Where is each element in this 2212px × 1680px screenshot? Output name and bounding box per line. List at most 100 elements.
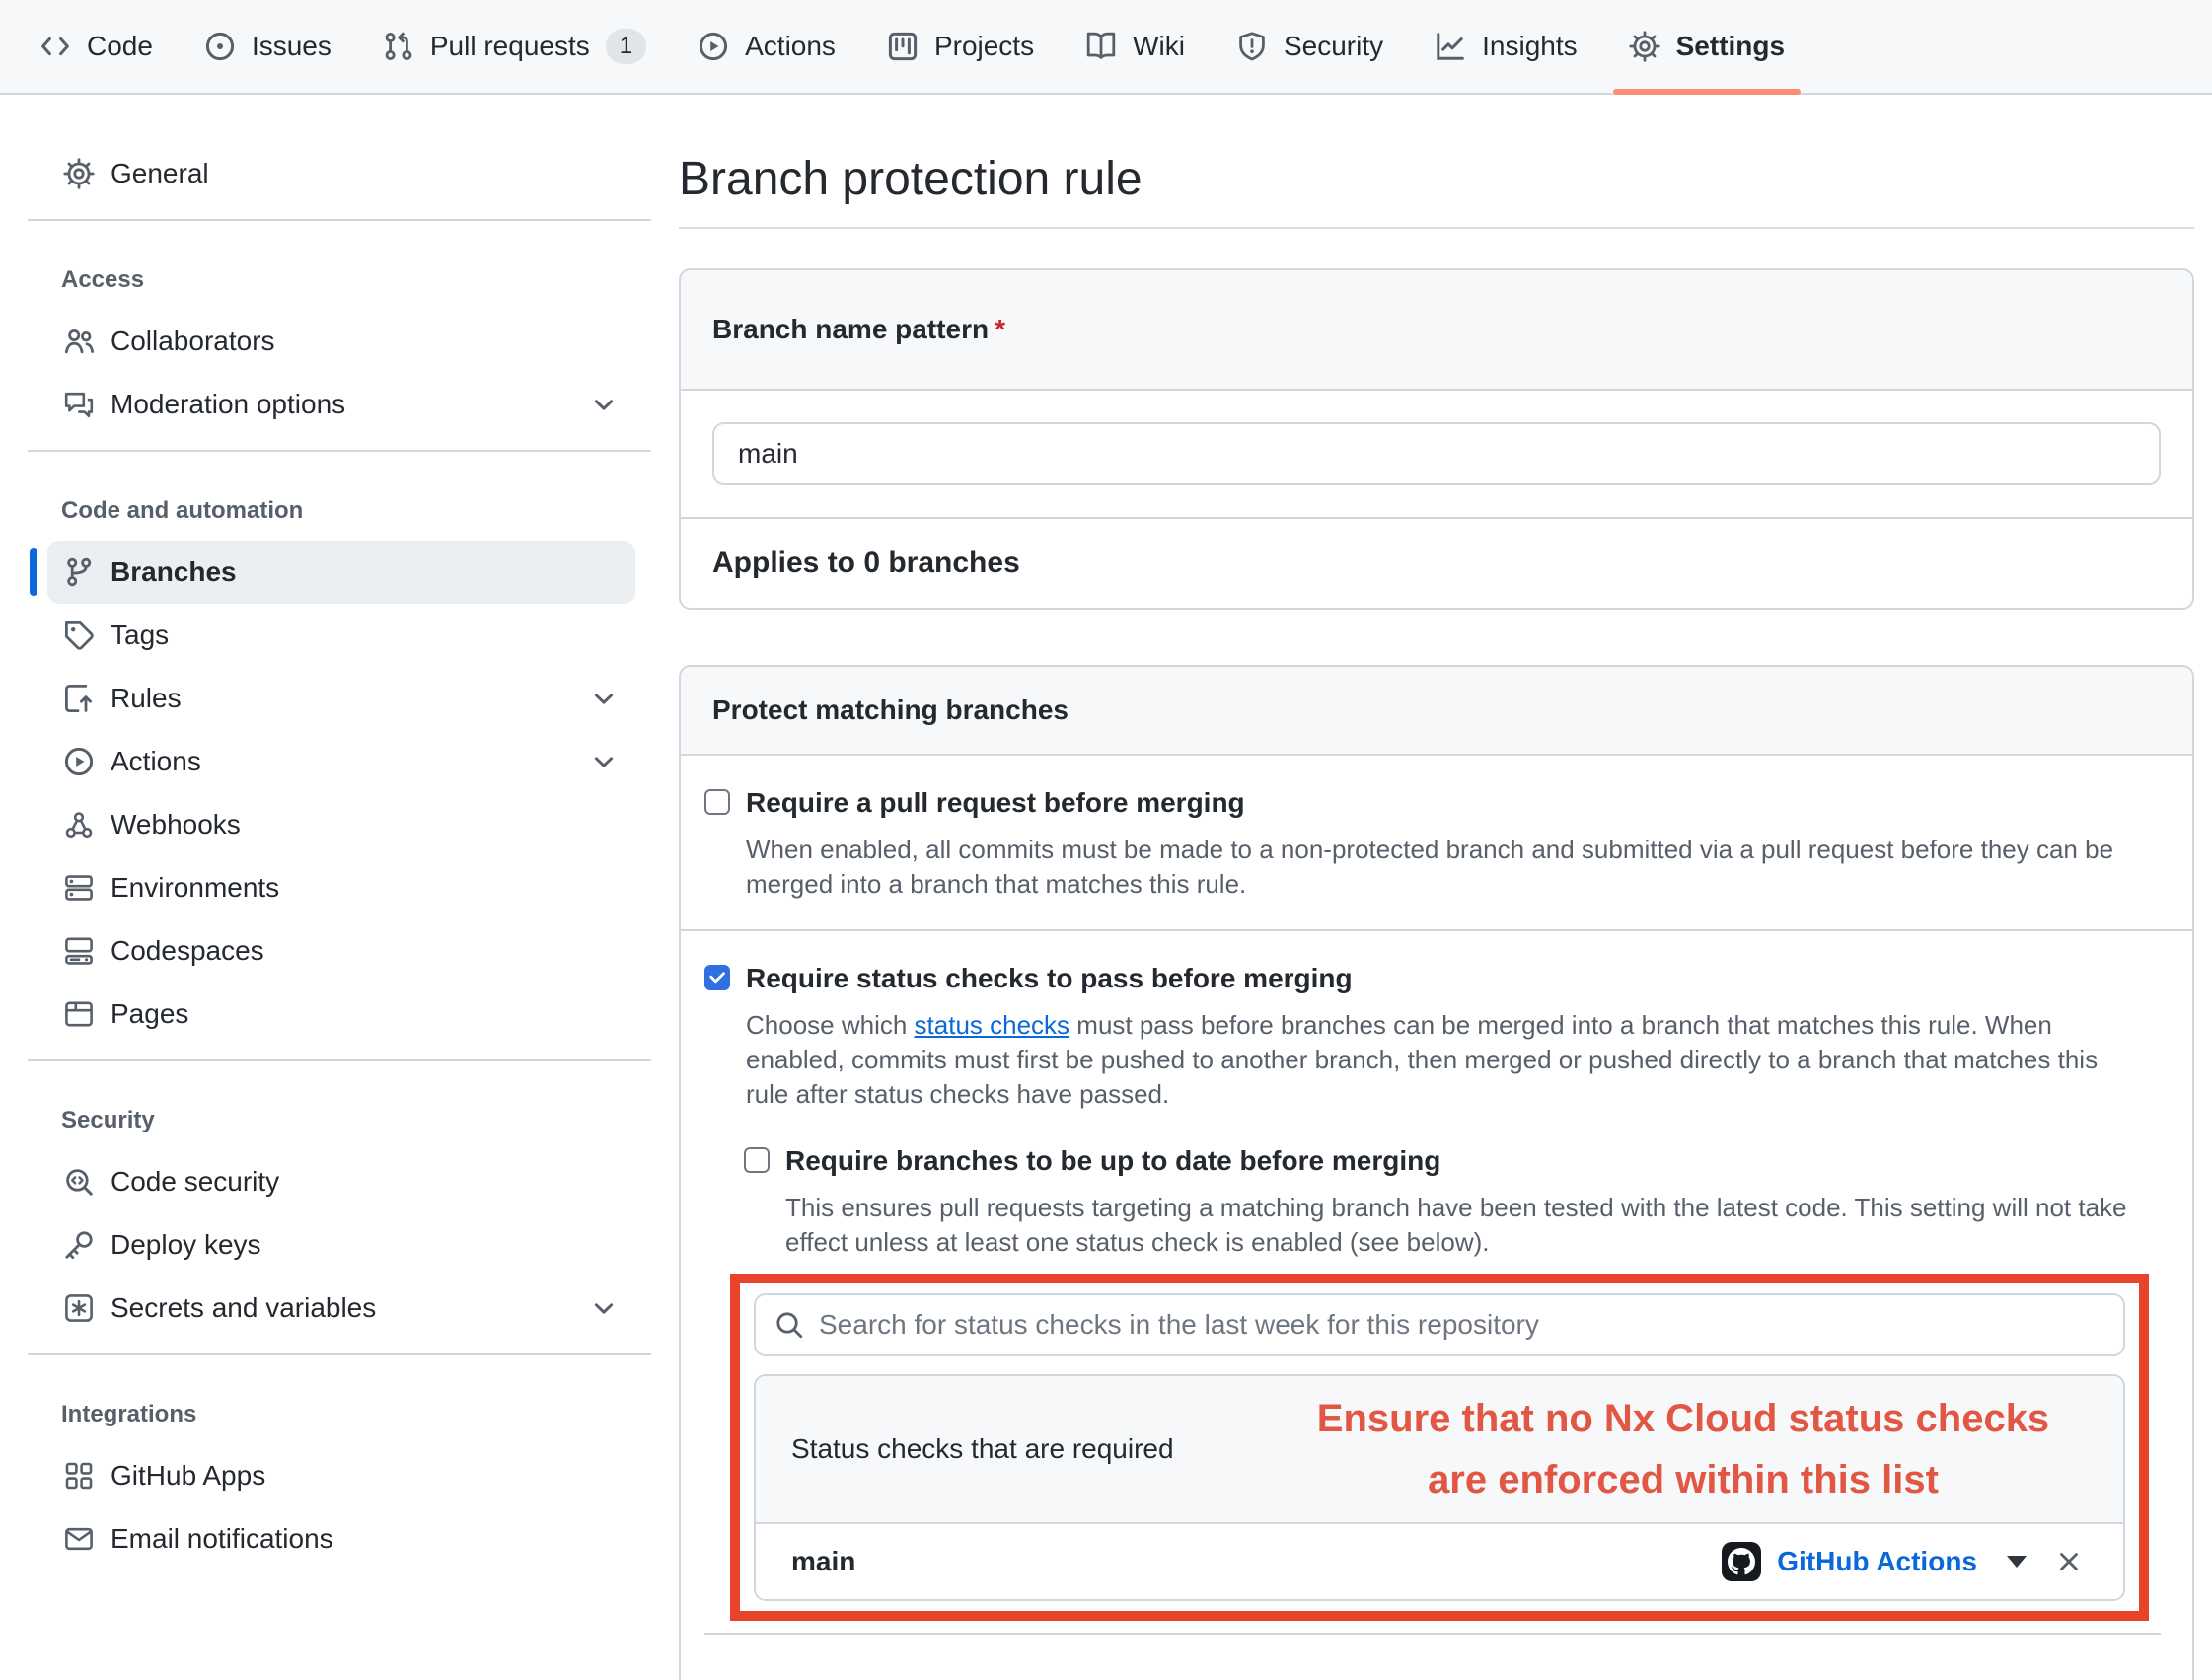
book-icon xyxy=(1085,31,1117,62)
remove-status-check-button[interactable] xyxy=(2054,1547,2084,1576)
sidebar-item-label: Secrets and variables xyxy=(111,1292,376,1324)
shield-icon xyxy=(1236,31,1268,62)
sidebar-divider xyxy=(28,219,651,221)
require-pr-block: Require a pull request before merging Wh… xyxy=(681,756,2192,929)
x-icon xyxy=(2054,1547,2084,1576)
webhook-icon xyxy=(63,809,95,840)
required-asterisk: * xyxy=(995,314,1005,344)
sidebar-item-secrets-variables[interactable]: Secrets and variables xyxy=(47,1277,635,1340)
sidebar-item-general[interactable]: General xyxy=(47,142,635,205)
sidebar-section-integrations: Integrations xyxy=(28,1369,651,1444)
sidebar-item-label: Code security xyxy=(111,1166,279,1198)
sidebar-divider xyxy=(28,450,651,452)
sidebar-item-tags[interactable]: Tags xyxy=(47,604,635,667)
check-icon xyxy=(707,968,727,987)
people-icon xyxy=(63,326,95,357)
settings-sidebar: General Access Collaborators Moderation … xyxy=(28,142,651,1570)
tab-security[interactable]: Security xyxy=(1220,0,1399,93)
sidebar-item-branches[interactable]: Branches xyxy=(47,541,635,604)
sidebar-item-label: Branches xyxy=(111,556,237,588)
annotation-highlight-rectangle: Status checks that are required Ensure t… xyxy=(730,1274,2149,1621)
status-checks-search xyxy=(754,1293,2125,1356)
sidebar-item-github-apps[interactable]: GitHub Apps xyxy=(47,1444,635,1507)
section-divider xyxy=(704,1633,2161,1652)
status-checks-search-input[interactable] xyxy=(754,1293,2125,1356)
sidebar-item-label: Rules xyxy=(111,683,182,714)
provider-dropdown-caret-icon[interactable] xyxy=(2007,1556,2027,1568)
tab-insights[interactable]: Insights xyxy=(1419,0,1593,93)
sidebar-item-actions[interactable]: Actions xyxy=(47,730,635,793)
codespaces-icon xyxy=(63,935,95,967)
page-title: Branch protection rule xyxy=(679,95,2194,229)
sidebar-item-pages[interactable]: Pages xyxy=(47,983,635,1046)
sidebar-item-label: Environments xyxy=(111,872,279,904)
sidebar-item-label: General xyxy=(111,158,209,189)
sidebar-item-label: Tags xyxy=(111,620,169,651)
applies-to-branches-text: Applies to 0 branches xyxy=(681,519,2192,608)
sidebar-item-webhooks[interactable]: Webhooks xyxy=(47,793,635,856)
asterisk-box-icon xyxy=(63,1292,95,1324)
git-pull-request-icon xyxy=(383,31,414,62)
tab-label: Settings xyxy=(1676,31,1785,62)
up-to-date-label: Require branches to be up to date before… xyxy=(785,1141,1440,1181)
sidebar-section-security: Security xyxy=(28,1075,651,1150)
sidebar-item-moderation-options[interactable]: Moderation options xyxy=(47,373,635,436)
status-check-provider-link[interactable]: GitHub Actions xyxy=(1777,1546,1977,1577)
annotation-text: Ensure that no Nx Cloud status checks ar… xyxy=(1249,1388,2117,1510)
tab-label: Actions xyxy=(745,31,836,62)
sidebar-item-environments[interactable]: Environments xyxy=(47,856,635,919)
sidebar-item-label: Actions xyxy=(111,746,201,777)
project-icon xyxy=(887,31,919,62)
sidebar-divider xyxy=(28,1353,651,1355)
tab-settings[interactable]: Settings xyxy=(1613,0,1801,93)
tab-projects[interactable]: Projects xyxy=(871,0,1050,93)
sidebar-item-label: Deploy keys xyxy=(111,1229,261,1261)
tab-wiki[interactable]: Wiki xyxy=(1069,0,1201,93)
status-checks-link[interactable]: status checks xyxy=(915,1010,1070,1040)
up-to-date-block: Require branches to be up to date before… xyxy=(744,1141,2161,1260)
key-icon xyxy=(63,1229,95,1261)
branch-name-pattern-input[interactable] xyxy=(712,422,2161,485)
rule-icon xyxy=(63,683,95,714)
require-status-checks-label: Require status checks to pass before mer… xyxy=(746,959,1353,998)
pull-requests-count-badge: 1 xyxy=(606,29,646,64)
pattern-card-header: Branch name pattern* xyxy=(681,270,2192,391)
tab-code[interactable]: Code xyxy=(24,0,169,93)
browser-icon xyxy=(63,998,95,1030)
github-actions-avatar xyxy=(1722,1542,1761,1581)
sidebar-item-deploy-keys[interactable]: Deploy keys xyxy=(47,1213,635,1277)
tab-pull-requests[interactable]: Pull requests 1 xyxy=(367,0,662,93)
require-pr-description: When enabled, all commits must be made t… xyxy=(746,833,2127,902)
chevron-down-icon xyxy=(588,1292,620,1324)
annotation-line-1: Ensure that no Nx Cloud status checks xyxy=(1249,1388,2117,1449)
codescan-icon xyxy=(63,1166,95,1198)
status-check-row: main GitHub Actions xyxy=(756,1524,2123,1599)
pattern-input-row xyxy=(681,391,2192,519)
tab-label: Insights xyxy=(1482,31,1578,62)
tab-actions[interactable]: Actions xyxy=(682,0,851,93)
sidebar-item-label: Moderation options xyxy=(111,389,345,420)
tab-label: Projects xyxy=(934,31,1034,62)
sidebar-item-email-notifications[interactable]: Email notifications xyxy=(47,1507,635,1570)
server-icon xyxy=(63,872,95,904)
up-to-date-checkbox[interactable] xyxy=(744,1147,770,1173)
pattern-label: Branch name pattern xyxy=(712,314,989,344)
octocat-icon xyxy=(1728,1548,1755,1575)
tab-label: Security xyxy=(1284,31,1383,62)
sidebar-item-label: GitHub Apps xyxy=(111,1460,265,1492)
sidebar-item-codespaces[interactable]: Codespaces xyxy=(47,919,635,983)
sidebar-item-rules[interactable]: Rules xyxy=(47,667,635,730)
sidebar-item-label: Email notifications xyxy=(111,1523,333,1555)
play-icon xyxy=(63,746,95,777)
require-pr-checkbox[interactable] xyxy=(704,789,730,815)
mail-icon xyxy=(63,1523,95,1555)
sidebar-section-code-automation: Code and automation xyxy=(28,466,651,541)
sidebar-item-code-security[interactable]: Code security xyxy=(47,1150,635,1213)
tab-issues[interactable]: Issues xyxy=(188,0,347,93)
tab-label: Issues xyxy=(252,31,332,62)
require-status-checks-checkbox[interactable] xyxy=(704,965,730,990)
require-status-checks-block: Require status checks to pass before mer… xyxy=(681,929,2192,1680)
sidebar-item-collaborators[interactable]: Collaborators xyxy=(47,310,635,373)
sidebar-item-label: Webhooks xyxy=(111,809,241,840)
protect-matching-branches-card: Protect matching branches Require a pull… xyxy=(679,665,2194,1680)
